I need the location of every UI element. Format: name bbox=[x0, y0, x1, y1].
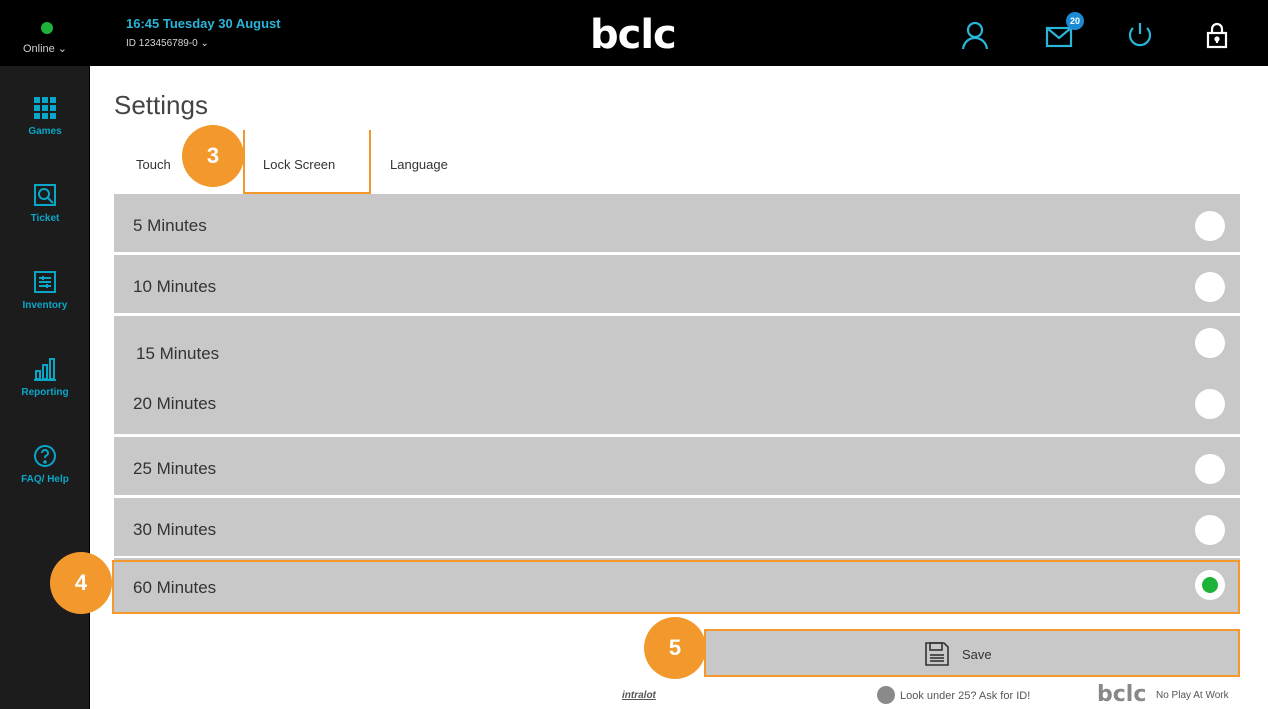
top-bar: 16:45 Tuesday 30 August ID 123456789-0 ⌄… bbox=[90, 0, 1268, 66]
tagline: No Play At Work bbox=[1156, 690, 1229, 701]
option-5-minutes[interactable]: 5 Minutes bbox=[114, 194, 1240, 252]
sidebar-item-ticket[interactable]: Ticket bbox=[0, 175, 90, 253]
sidebar-item-label: FAQ/ Help bbox=[21, 474, 69, 485]
tab-highlight bbox=[243, 130, 371, 194]
bar-chart-icon bbox=[34, 358, 56, 381]
tab-touch[interactable]: Touch bbox=[136, 157, 171, 172]
id-message: Look under 25? Ask for ID! bbox=[900, 690, 1031, 702]
callout-4: 4 bbox=[50, 552, 112, 614]
radio-button[interactable] bbox=[1195, 389, 1225, 419]
help-icon bbox=[34, 445, 56, 467]
radio-button[interactable] bbox=[1195, 515, 1225, 545]
bclc-footer-logo: bclc bbox=[1097, 682, 1147, 707]
option-label: 30 Minutes bbox=[133, 520, 217, 539]
lock-icon[interactable] bbox=[1202, 20, 1232, 50]
option-label: 20 Minutes bbox=[133, 394, 217, 413]
inventory-icon bbox=[34, 271, 56, 293]
sidebar-item-label: Ticket bbox=[30, 213, 60, 224]
tab-language[interactable]: Language bbox=[390, 157, 448, 172]
intralot-logo: intralot bbox=[622, 690, 656, 701]
sidebar-item-label: Inventory bbox=[22, 300, 68, 311]
option-highlight bbox=[112, 560, 1240, 614]
option-label: 25 Minutes bbox=[133, 459, 217, 478]
terminal-id: ID 123456789-0 bbox=[126, 38, 198, 49]
option-label: 10 Minutes bbox=[133, 277, 217, 296]
save-icon bbox=[925, 642, 949, 666]
ticket-search-icon bbox=[34, 184, 56, 206]
radio-button[interactable] bbox=[1195, 272, 1225, 302]
age-25-icon bbox=[877, 686, 895, 704]
connection-status[interactable]: Online ⌄ bbox=[0, 0, 90, 66]
messages-badge: 20 bbox=[1066, 12, 1084, 30]
date-time: 16:45 Tuesday 30 August bbox=[126, 16, 281, 31]
sidebar-item-label: Games bbox=[28, 126, 62, 137]
grid-icon bbox=[34, 97, 56, 119]
callout-3: 3 bbox=[182, 125, 244, 187]
radio-button[interactable] bbox=[1195, 328, 1225, 358]
sidebar-item-label: Reporting bbox=[21, 387, 69, 398]
option-15-minutes[interactable]: 15 Minutes bbox=[114, 316, 1240, 374]
option-10-minutes[interactable]: 10 Minutes bbox=[114, 255, 1240, 313]
option-30-minutes[interactable]: 30 Minutes bbox=[114, 498, 1240, 556]
terminal-id-selector[interactable]: ID 123456789-0 ⌄ bbox=[126, 38, 209, 49]
sidebar-item-games[interactable]: Games bbox=[0, 88, 90, 166]
save-button[interactable]: Save bbox=[704, 629, 1240, 677]
radio-button[interactable] bbox=[1195, 454, 1225, 484]
sidebar-item-faq-help[interactable]: FAQ/ Help bbox=[0, 436, 90, 514]
option-label: 15 Minutes bbox=[136, 344, 220, 363]
option-20-minutes[interactable]: 20 Minutes bbox=[114, 374, 1240, 434]
sidebar-item-reporting[interactable]: Reporting bbox=[0, 349, 90, 427]
bclc-logo: bclc bbox=[590, 12, 677, 58]
option-25-minutes[interactable]: 25 Minutes bbox=[114, 437, 1240, 495]
radio-button[interactable] bbox=[1195, 211, 1225, 241]
power-icon[interactable] bbox=[1125, 20, 1155, 50]
status-label: Online bbox=[22, 43, 55, 55]
sidebar-item-inventory[interactable]: Inventory bbox=[0, 262, 90, 340]
callout-5: 5 bbox=[644, 617, 706, 679]
page-title: Settings bbox=[114, 90, 208, 120]
save-label: Save bbox=[962, 647, 992, 662]
user-icon[interactable] bbox=[960, 20, 990, 50]
online-indicator-icon bbox=[41, 22, 53, 34]
option-label: 5 Minutes bbox=[133, 216, 207, 235]
